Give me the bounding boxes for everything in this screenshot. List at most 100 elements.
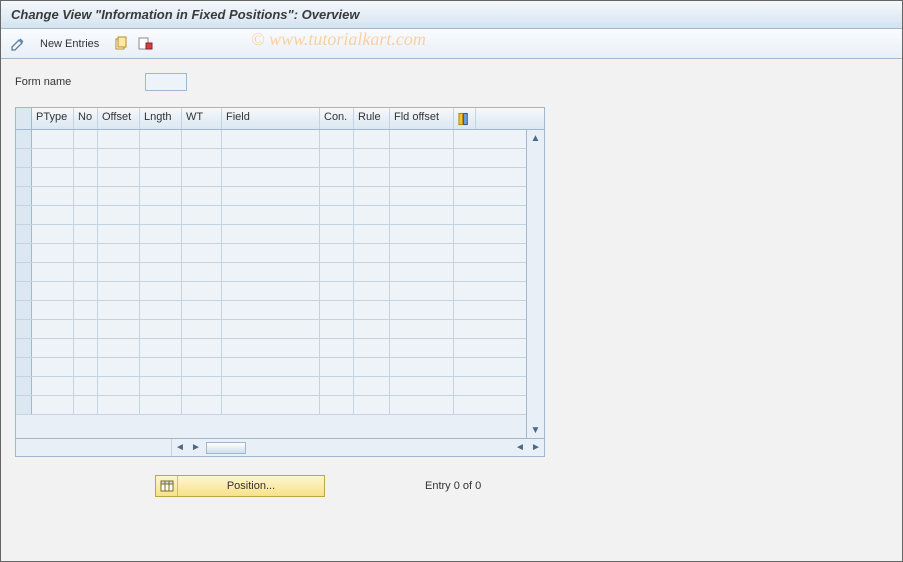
row-selector[interactable] xyxy=(16,225,32,243)
cell[interactable] xyxy=(390,320,454,338)
scroll-up-icon[interactable]: ▲ xyxy=(528,130,544,146)
col-offset[interactable]: Offset xyxy=(98,108,140,129)
table-row[interactable] xyxy=(16,168,526,187)
cell[interactable] xyxy=(98,149,140,167)
delete-icon[interactable] xyxy=(136,35,154,53)
col-length[interactable]: Lngth xyxy=(140,108,182,129)
cell[interactable] xyxy=(182,130,222,148)
table-row[interactable] xyxy=(16,396,526,415)
cell[interactable] xyxy=(74,244,98,262)
cell[interactable] xyxy=(222,130,320,148)
cell[interactable] xyxy=(320,244,354,262)
cell[interactable] xyxy=(222,263,320,281)
cell[interactable] xyxy=(390,244,454,262)
cell[interactable] xyxy=(98,263,140,281)
cell[interactable] xyxy=(32,358,74,376)
cell[interactable] xyxy=(182,149,222,167)
row-selector[interactable] xyxy=(16,339,32,357)
cell[interactable] xyxy=(354,130,390,148)
cell[interactable] xyxy=(74,339,98,357)
cell[interactable] xyxy=(354,358,390,376)
cell[interactable] xyxy=(182,263,222,281)
table-row[interactable] xyxy=(16,149,526,168)
table-row[interactable] xyxy=(16,358,526,377)
cell[interactable] xyxy=(140,358,182,376)
cell[interactable] xyxy=(320,358,354,376)
cell[interactable] xyxy=(140,301,182,319)
cell[interactable] xyxy=(390,225,454,243)
scroll-left-icon[interactable]: ◄ xyxy=(172,440,188,456)
cell[interactable] xyxy=(182,377,222,395)
cell[interactable] xyxy=(320,320,354,338)
cell[interactable] xyxy=(182,320,222,338)
cell[interactable] xyxy=(390,130,454,148)
row-selector[interactable] xyxy=(16,377,32,395)
cell[interactable] xyxy=(320,187,354,205)
position-button[interactable]: Position... xyxy=(155,475,325,497)
cell[interactable] xyxy=(74,187,98,205)
cell[interactable] xyxy=(140,225,182,243)
cell[interactable] xyxy=(320,206,354,224)
cell[interactable] xyxy=(222,339,320,357)
cell[interactable] xyxy=(222,187,320,205)
cell[interactable] xyxy=(32,149,74,167)
cell[interactable] xyxy=(74,377,98,395)
cell[interactable] xyxy=(354,149,390,167)
copy-as-icon[interactable] xyxy=(112,35,130,53)
cell[interactable] xyxy=(354,396,390,414)
cell[interactable] xyxy=(98,396,140,414)
configure-columns-icon[interactable] xyxy=(454,108,476,129)
cell[interactable] xyxy=(74,320,98,338)
cell[interactable] xyxy=(182,358,222,376)
cell[interactable] xyxy=(222,377,320,395)
scroll-down-icon[interactable]: ▼ xyxy=(528,422,544,438)
cell[interactable] xyxy=(74,396,98,414)
cell[interactable] xyxy=(182,244,222,262)
cell[interactable] xyxy=(354,225,390,243)
cell[interactable] xyxy=(32,301,74,319)
cell[interactable] xyxy=(222,320,320,338)
col-con[interactable]: Con. xyxy=(320,108,354,129)
cell[interactable] xyxy=(390,206,454,224)
table-row[interactable] xyxy=(16,244,526,263)
cell[interactable] xyxy=(390,339,454,357)
cell[interactable] xyxy=(320,377,354,395)
cell[interactable] xyxy=(320,130,354,148)
cell[interactable] xyxy=(98,130,140,148)
cell[interactable] xyxy=(354,301,390,319)
cell[interactable] xyxy=(390,282,454,300)
cell[interactable] xyxy=(320,396,354,414)
col-rule[interactable]: Rule xyxy=(354,108,390,129)
cell[interactable] xyxy=(74,149,98,167)
cell[interactable] xyxy=(98,187,140,205)
table-row[interactable] xyxy=(16,225,526,244)
cell[interactable] xyxy=(98,206,140,224)
cell[interactable] xyxy=(140,168,182,186)
col-fldoffset[interactable]: Fld offset xyxy=(390,108,454,129)
cell[interactable] xyxy=(182,339,222,357)
cell[interactable] xyxy=(354,282,390,300)
row-selector[interactable] xyxy=(16,301,32,319)
cell[interactable] xyxy=(32,187,74,205)
cell[interactable] xyxy=(140,149,182,167)
cell[interactable] xyxy=(32,168,74,186)
cell[interactable] xyxy=(98,282,140,300)
cell[interactable] xyxy=(74,206,98,224)
cell[interactable] xyxy=(98,301,140,319)
cell[interactable] xyxy=(390,187,454,205)
cell[interactable] xyxy=(182,396,222,414)
cell[interactable] xyxy=(140,396,182,414)
cell[interactable] xyxy=(320,263,354,281)
cell[interactable] xyxy=(320,282,354,300)
cell[interactable] xyxy=(182,206,222,224)
new-entries-button[interactable]: New Entries xyxy=(33,35,106,53)
cell[interactable] xyxy=(222,301,320,319)
cell[interactable] xyxy=(74,263,98,281)
cell[interactable] xyxy=(222,358,320,376)
table-row[interactable] xyxy=(16,339,526,358)
cell[interactable] xyxy=(74,168,98,186)
scroll-left2-icon[interactable]: ◄ xyxy=(512,440,528,456)
cell[interactable] xyxy=(32,282,74,300)
cell[interactable] xyxy=(354,187,390,205)
cell[interactable] xyxy=(354,263,390,281)
